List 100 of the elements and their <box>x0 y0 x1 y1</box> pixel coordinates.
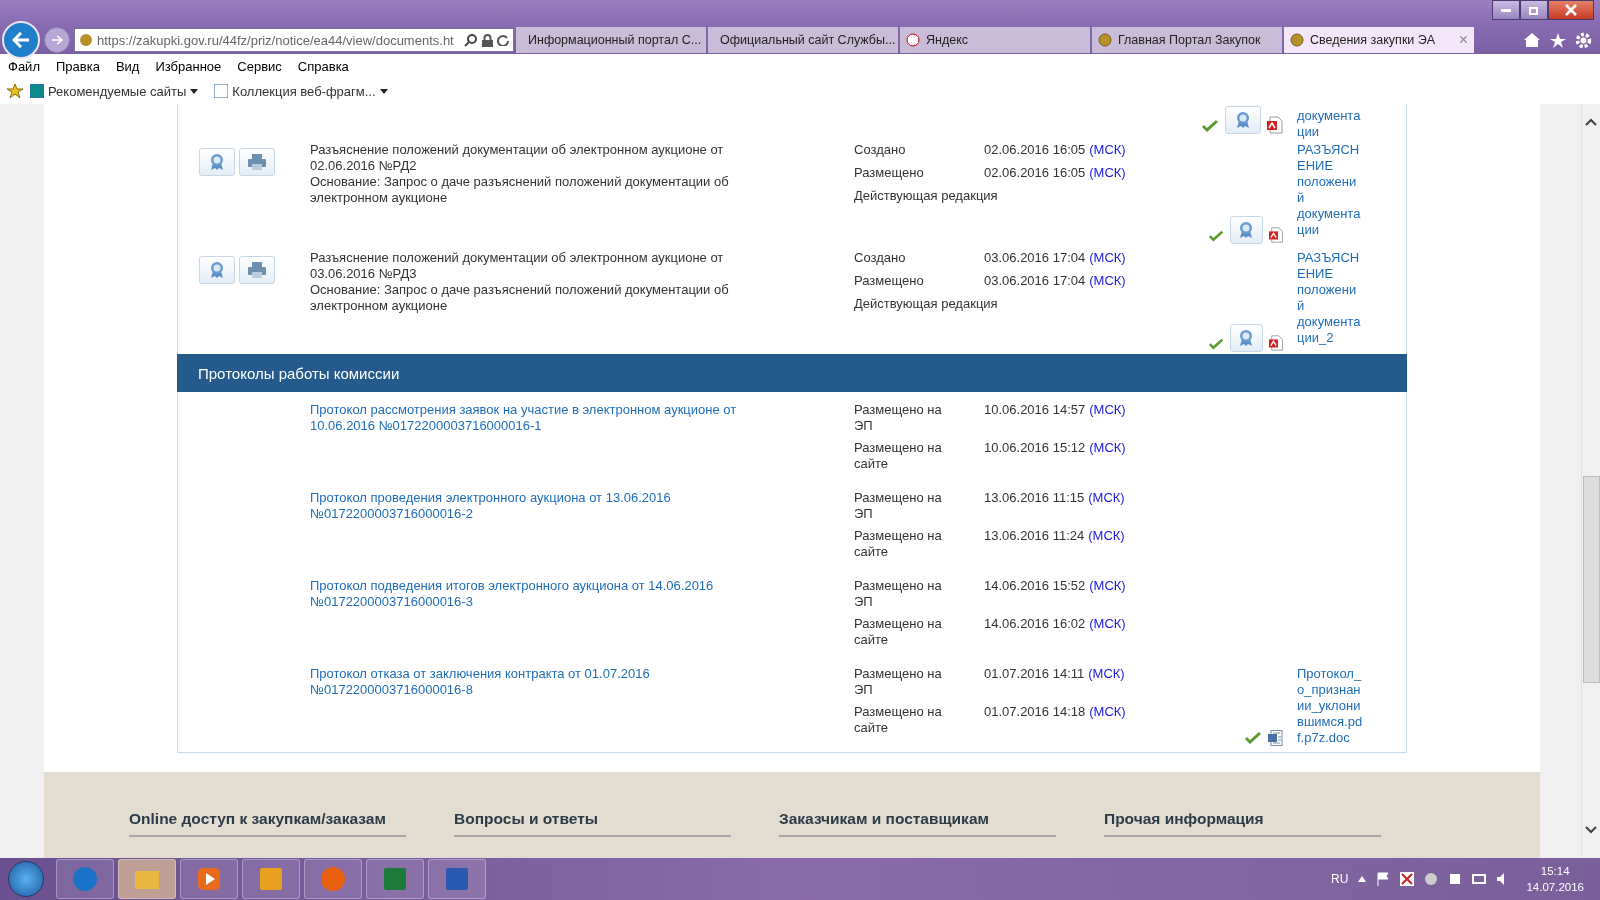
favorites-link[interactable]: Рекомендуемые сайты <box>30 83 199 99</box>
settings-icon[interactable] <box>1575 31 1592 49</box>
menu-item[interactable]: Справка <box>289 58 357 74</box>
timezone-link[interactable]: (МСК) <box>1088 666 1125 698</box>
minimize-icon <box>1501 8 1511 12</box>
attachment-link[interactable]: Протокол_о_признании_уклонившимся.pdf.p7z.doc <box>1297 666 1363 746</box>
signature-button[interactable] <box>199 148 235 176</box>
timezone-link[interactable]: (МСК) <box>1089 616 1126 648</box>
timezone-link[interactable]: (МСК) <box>1089 440 1126 472</box>
taskbar-button[interactable] <box>428 859 486 899</box>
refresh-icon[interactable] <box>497 34 509 46</box>
timezone-link[interactable]: (МСК) <box>1089 165 1126 181</box>
tab-title: Информационный портал С... <box>528 33 702 47</box>
favorites-link[interactable]: Коллекция веб-фрагм... <box>214 83 388 99</box>
field-label: Размещено <box>854 165 925 181</box>
scroll-down-icon[interactable] <box>1585 826 1597 834</box>
attachment-link[interactable]: РАЗЪЯСНЕНИЕ положений документации_2 <box>1297 250 1363 346</box>
date-value: 14.06.2016 16:02 <box>984 616 1086 633</box>
attachment-link[interactable]: документа ции <box>1297 108 1363 140</box>
flag-icon[interactable] <box>1376 872 1391 886</box>
timezone-link[interactable]: (МСК) <box>1089 578 1126 610</box>
back-button[interactable] <box>2 21 40 59</box>
field-label: Создано <box>854 250 907 266</box>
star-icon[interactable] <box>1549 31 1567 49</box>
field-label: Создано <box>854 142 907 158</box>
field-label: Размещено на ЭП <box>854 402 943 434</box>
edition-status: Действующая редакция <box>854 188 999 204</box>
attachment-link[interactable]: РАЗЪЯСНЕНИЕ положений документации <box>1297 142 1363 238</box>
browser-tab[interactable]: Информационный портал С... <box>516 27 706 53</box>
pdf-file-icon <box>1268 226 1283 244</box>
menu-item[interactable]: Правка <box>47 58 108 74</box>
tab-title: Яндекс <box>926 33 970 47</box>
field-label: Размещено на ЭП <box>854 490 943 522</box>
browser-tab[interactable]: Официальный сайт Службы... <box>708 27 898 53</box>
browser-tab[interactable]: Сведения закупки ЭА × <box>1284 27 1474 53</box>
document-title: Разъяснение положений документации об электронном аукционе от 02.06.2016 №РД2 <box>310 142 725 174</box>
protocol-link[interactable]: Протокол проведения электронного аукциона от 13.06.2016 №0172200003716000016-2 <box>310 490 754 522</box>
check-icon <box>1201 120 1219 134</box>
timezone-link[interactable]: (МСК) <box>1089 704 1126 736</box>
favorites-star-icon[interactable] <box>6 83 24 99</box>
signature-button[interactable] <box>199 256 235 284</box>
restore-button[interactable] <box>1520 0 1548 20</box>
forward-arrow-icon <box>51 35 63 45</box>
award-icon <box>1238 221 1255 239</box>
network-warning-icon[interactable] <box>1400 872 1415 886</box>
award-icon <box>1238 329 1255 347</box>
tab-title: Сведения закупки ЭА <box>1310 33 1437 47</box>
scroll-up-icon[interactable] <box>1585 118 1597 126</box>
print-button[interactable] <box>239 256 275 284</box>
footer-heading[interactable]: Вопросы и ответы <box>454 810 731 837</box>
date-value: 10.06.2016 14:57 <box>984 402 1086 419</box>
media-player-icon <box>195 865 223 893</box>
home-icon[interactable] <box>1523 31 1541 48</box>
menu-item[interactable]: Избранное <box>147 58 230 74</box>
signature-button[interactable] <box>1230 216 1263 244</box>
timezone-link[interactable]: (МСК) <box>1089 273 1126 289</box>
address-bar[interactable]: https://zakupki.gov.ru/44fz/priz/notice/ea44/view/documents.ht <box>74 28 514 52</box>
protocol-link[interactable]: Протокол подведения итогов электронного аукциона от 14.06.2016 №0172200003716000016-3 <box>310 578 754 610</box>
protocol-link[interactable]: Протокол рассмотрения заявок на участие в электронном аукционе от 10.06.2016 №0172200003716000016-1 <box>310 402 754 434</box>
site-icon <box>214 84 229 98</box>
browser-tab[interactable]: Яндекс <box>900 27 1090 53</box>
protocol-link[interactable]: Протокол отказа от заключения контракта от 01.07.2016 №0172200003716000016-8 <box>310 666 754 698</box>
language-indicator[interactable]: RU <box>1331 872 1349 886</box>
timezone-link[interactable]: (МСК) <box>1088 528 1125 560</box>
minimize-button[interactable] <box>1492 0 1520 20</box>
footer-heading[interactable]: Заказчикам и поставщикам <box>779 810 1056 837</box>
browser-app-icon <box>319 865 347 893</box>
field-label: Размещено на сайте <box>854 528 943 560</box>
check-icon <box>1208 230 1225 244</box>
close-button[interactable] <box>1548 0 1594 20</box>
date-value: 02.06.2016 16:05 <box>984 165 1086 181</box>
footer-heading[interactable]: Прочая информация <box>1104 810 1381 837</box>
taskbar-button[interactable] <box>180 859 238 899</box>
forward-button[interactable] <box>44 27 70 53</box>
signature-button[interactable] <box>1225 106 1261 134</box>
timezone-link[interactable]: (МСК) <box>1089 250 1126 266</box>
document-icon <box>1268 730 1283 746</box>
field-label: Размещено на сайте <box>854 616 943 648</box>
award-icon <box>209 153 225 171</box>
award-icon <box>1235 111 1251 129</box>
scroll-thumb[interactable] <box>1582 476 1600 683</box>
menu-item[interactable]: Сервис <box>229 58 290 74</box>
search-icon[interactable] <box>464 33 478 47</box>
tray-arrow-icon[interactable] <box>1358 876 1367 882</box>
date-value: 13.06.2016 11:24 <box>984 528 1085 545</box>
timezone-link[interactable]: (МСК) <box>1088 490 1125 522</box>
lock-icon <box>482 33 493 47</box>
scrollbar[interactable] <box>1581 104 1600 858</box>
start-button[interactable] <box>8 861 44 897</box>
signature-button[interactable] <box>1230 324 1263 352</box>
timezone-link[interactable]: (МСК) <box>1089 142 1126 158</box>
print-button[interactable] <box>239 148 275 176</box>
check-icon <box>1244 732 1262 746</box>
menu-item[interactable]: Вид <box>107 58 148 74</box>
menu-item[interactable]: Файл <box>0 58 48 74</box>
footer-heading[interactable]: Online доступ к закупкам/заказам <box>129 810 406 837</box>
clock[interactable]: 15:14 14.07.2016 <box>1526 863 1584 895</box>
timezone-link[interactable]: (МСК) <box>1089 402 1126 434</box>
browser-tab[interactable]: Главная Портал Закупок <box>1092 27 1282 53</box>
document-basis: Основание: Запрос о даче разъяснений положений документации об электронном аукционе <box>310 282 730 314</box>
